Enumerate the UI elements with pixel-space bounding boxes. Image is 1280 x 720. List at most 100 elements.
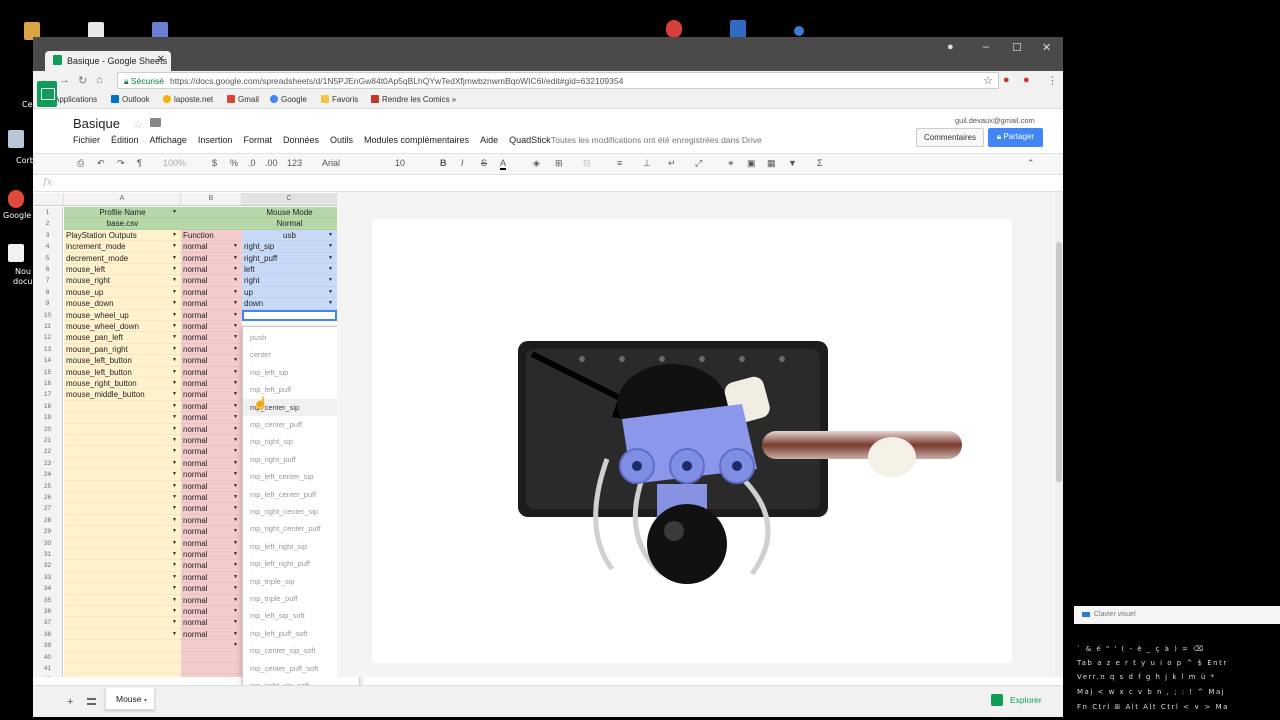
keyboard-row-1[interactable]: ` & é " ' ( - è _ ç à ) = ⌫ [1077, 645, 1205, 653]
redo-icon[interactable]: ↷ [117, 158, 125, 169]
desktop-icon-4[interactable] [666, 20, 682, 38]
link-icon[interactable]: ⚭ [727, 158, 735, 169]
row-number[interactable]: 34 [33, 583, 63, 595]
cell-b[interactable]: normal ▼ [181, 366, 242, 378]
cell-a[interactable]: ▼ [64, 435, 181, 447]
quadstick-photo[interactable] [372, 219, 1012, 663]
cell-c[interactable]: right_sip ▼ [242, 241, 337, 253]
cell-dropdown-icon[interactable]: ▼ [233, 526, 238, 536]
cell-c[interactable]: down ▼ [242, 298, 337, 310]
cell-dropdown-icon[interactable]: ▼ [233, 378, 238, 388]
bookmark-google[interactable]: Google [270, 95, 307, 104]
bookmark-star-icon[interactable]: ☆ [983, 74, 993, 87]
cell-dropdown-icon[interactable]: ▼ [172, 560, 177, 570]
cell-b[interactable]: normal ▼ [181, 503, 242, 515]
cell-dropdown-icon[interactable]: ▼ [233, 503, 238, 513]
cell-a[interactable]: ▼ [64, 537, 181, 549]
cell-b[interactable]: normal ▼ [181, 583, 242, 595]
merge-icon[interactable]: ⊟ [583, 158, 591, 169]
row-number[interactable]: 8 [33, 286, 63, 299]
cell-dropdown-icon[interactable]: ▼ [172, 538, 177, 548]
cell-dropdown-icon[interactable]: ▼ [172, 595, 177, 605]
close-window-icon[interactable]: ✕ [1042, 41, 1051, 54]
cell-dropdown-icon[interactable]: ▼ [172, 378, 177, 388]
cell-a[interactable] [64, 663, 181, 675]
row-number[interactable]: 32 [33, 560, 63, 572]
cell-a[interactable]: ▼ [64, 480, 181, 492]
explore-button[interactable]: Explorer [991, 694, 1042, 706]
cell-a[interactable]: ▼ [64, 583, 181, 595]
desktop-icon-6[interactable] [794, 26, 804, 36]
cell-b[interactable]: normal ▼ [181, 514, 242, 527]
cell-dropdown-icon[interactable]: ▼ [233, 583, 238, 593]
formula-bar[interactable]: fx [33, 175, 1063, 192]
cell-dropdown-icon[interactable]: ▼ [233, 538, 238, 548]
menu-dots-icon[interactable]: ⋮ [1047, 74, 1058, 87]
cell-a[interactable]: Profile Name ▼ [64, 207, 181, 219]
row-number[interactable]: 30 [33, 537, 63, 549]
column-header-c[interactable]: C [242, 193, 337, 206]
row-number[interactable]: 9 [33, 298, 63, 310]
cell-b[interactable]: normal ▼ [181, 446, 242, 458]
row-number[interactable]: 10 [33, 309, 63, 321]
corner-header[interactable] [33, 193, 64, 206]
cell-dropdown-icon[interactable]: ▼ [172, 412, 177, 422]
bookmark-gmail[interactable]: Gmail [227, 95, 259, 104]
cell-a[interactable]: ▼ [64, 628, 181, 641]
row-number[interactable]: 41 [33, 663, 63, 675]
cell-dropdown-icon[interactable]: ▼ [233, 389, 238, 399]
row-number[interactable]: 26 [33, 492, 63, 504]
menu-format[interactable]: Format [243, 135, 272, 145]
cell-a[interactable]: mouse_left ▼ [64, 264, 181, 276]
row-number[interactable]: 18 [33, 400, 63, 413]
row-number[interactable]: 42 [33, 674, 63, 677]
cell-dropdown-icon[interactable]: ▼ [172, 241, 177, 251]
url-input[interactable]: 🔒︎ Sécurisé https://docs.google.com/sprea… [117, 72, 999, 89]
keyboard-row-2[interactable]: Tab a z e r t y u i o p ^ $ Entr [1077, 659, 1228, 667]
cell-a[interactable]: ▼ [64, 446, 181, 458]
percent-button[interactable]: % [230, 158, 238, 168]
cell-dropdown-icon[interactable]: ▼ [172, 606, 177, 616]
cell-dropdown-icon[interactable]: ▼ [328, 264, 333, 274]
cell-dropdown-icon[interactable]: ▼ [233, 264, 238, 274]
bookmark-comics[interactable]: Rendre les Comics » [371, 95, 456, 104]
vertical-align-icon[interactable]: ⊥ [643, 158, 651, 169]
cell-dropdown-icon[interactable]: ▼ [172, 332, 177, 342]
cell-a[interactable]: mouse_pan_left ▼ [64, 332, 181, 344]
cell-dropdown-icon[interactable]: ▼ [233, 560, 238, 570]
cell-dropdown-icon[interactable]: ▼ [233, 640, 238, 650]
cell-b[interactable]: normal ▼ [181, 526, 242, 538]
increase-decimal-button[interactable]: .00 [265, 158, 278, 168]
cell-a[interactable]: ▼ [64, 514, 181, 527]
scroll-thumb[interactable] [1056, 242, 1062, 482]
cell-b[interactable]: normal ▼ [181, 343, 242, 356]
menu-aide[interactable]: Aide [480, 135, 498, 145]
minimize-icon[interactable]: – [983, 41, 989, 53]
cell-dropdown-icon[interactable]: ▼ [328, 298, 333, 308]
cell-b[interactable]: normal ▼ [181, 298, 242, 310]
menu-fichier[interactable]: Fichier [73, 135, 100, 145]
cell-dropdown-icon[interactable]: ▼ [172, 298, 177, 308]
cell-a[interactable]: increment_mode ▼ [64, 241, 181, 253]
chart-icon[interactable]: ▦ [767, 158, 776, 169]
row-number[interactable]: 24 [33, 469, 63, 481]
row-number[interactable]: 22 [33, 446, 63, 458]
row-number[interactable]: 27 [33, 503, 63, 515]
sheet-tab-mouse[interactable]: Mouse ▾ [105, 688, 155, 710]
cell-b[interactable]: normal ▼ [181, 389, 242, 401]
bookmark-laposte[interactable]: laposte.net [163, 95, 213, 104]
cell-dropdown-icon[interactable]: ▼ [172, 572, 177, 582]
cell-b[interactable]: normal ▼ [181, 241, 242, 253]
cell-b[interactable] [181, 207, 242, 219]
font-size-select[interactable]: 10 [395, 158, 405, 168]
cell-dropdown-icon[interactable]: ▼ [233, 446, 238, 456]
row-number[interactable]: 40 [33, 651, 63, 663]
row-number[interactable]: 37 [33, 617, 63, 629]
cell-b[interactable]: ▼ [181, 640, 242, 652]
row-number[interactable]: 25 [33, 480, 63, 492]
cell-dropdown-icon[interactable]: ▼ [328, 275, 333, 285]
row-number[interactable]: 2 [33, 218, 63, 230]
cell-dropdown-icon[interactable]: ▼ [233, 629, 238, 639]
cell-dropdown-icon[interactable]: ▼ [233, 412, 238, 422]
print-icon[interactable]: ⎙ [77, 158, 84, 169]
